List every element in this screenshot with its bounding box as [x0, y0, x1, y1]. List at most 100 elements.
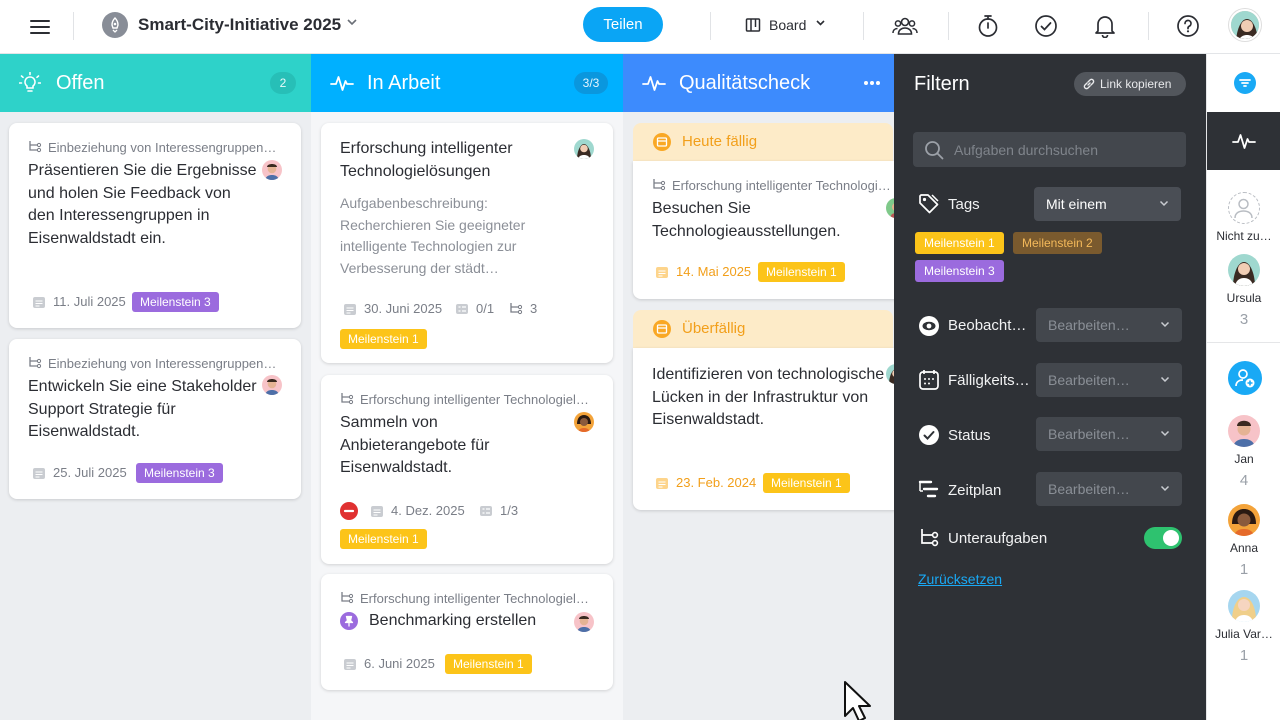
subtask-icon	[510, 302, 523, 314]
checklist-icon	[480, 505, 492, 516]
calendar-icon	[344, 658, 356, 670]
calendar-icon	[656, 266, 668, 278]
check-circle-icon	[918, 424, 940, 446]
section-header-overdue[interactable]: Überfällig	[633, 310, 893, 348]
due-date-select[interactable]: Bearbeiten…	[1036, 363, 1182, 397]
assignee-avatar[interactable]	[262, 160, 282, 180]
checklist-count: 0/1	[455, 301, 494, 316]
subtask-icon	[341, 393, 354, 405]
copy-link-button[interactable]: Link kopieren	[1074, 72, 1186, 96]
task-card[interactable]: Identifizieren von technologische Lücken…	[633, 348, 894, 510]
activity-icon	[330, 72, 354, 94]
avatar	[1228, 504, 1260, 536]
due-date: 25. Juli 2025	[32, 465, 127, 480]
reset-link[interactable]: Zurücksetzen	[918, 571, 1002, 587]
assignee-avatar[interactable]	[886, 364, 894, 384]
person-filter-jan[interactable]: Jan 4	[1207, 415, 1280, 489]
checklist-icon	[456, 303, 468, 314]
calendar-icon	[371, 505, 383, 517]
status-label: Status	[948, 427, 991, 444]
tag-badge[interactable]: Meilenstein 1	[763, 473, 850, 493]
link-icon	[1083, 78, 1095, 90]
task-card[interactable]: Erforschung intelligenter Technologielö …	[633, 161, 894, 299]
project-title[interactable]: Smart-City-Initiative 2025	[138, 15, 341, 35]
task-title: Besuchen Sie Technologieausstellungen.	[652, 200, 841, 240]
add-user-icon[interactable]	[1228, 361, 1262, 395]
person-filter-anna[interactable]: Anna 1	[1207, 504, 1280, 578]
parent-task-link[interactable]: Einbeziehung von Interessengruppen i…	[28, 356, 278, 371]
divider	[1207, 342, 1280, 343]
section-header-due-today[interactable]: Heute fällig	[633, 123, 893, 161]
unassigned-filter[interactable]: Nicht zu…	[1207, 192, 1280, 243]
task-card[interactable]: Erforschung intelligenter Technologielös…	[321, 123, 613, 363]
chevron-down-icon[interactable]	[346, 18, 358, 26]
assignee-avatar[interactable]	[574, 412, 594, 432]
due-date: 30. Juni 2025	[343, 301, 442, 316]
tag-badge[interactable]: Meilenstein 1	[340, 529, 427, 549]
divider	[710, 12, 711, 40]
bell-icon[interactable]	[1092, 13, 1118, 39]
column-header[interactable]: In Arbeit 3/3	[311, 54, 623, 112]
activity-icon	[1232, 130, 1256, 152]
activity-tab[interactable]	[1207, 112, 1280, 170]
task-card[interactable]: Erforschung intelligenter Technologielö……	[321, 574, 613, 690]
person-filter-ursula[interactable]: Ursula 3	[1207, 254, 1280, 328]
column-header[interactable]: Offen 2	[0, 54, 311, 112]
board-icon[interactable]	[745, 17, 761, 33]
more-options-icon[interactable]	[863, 80, 881, 86]
subtasks-toggle[interactable]	[1144, 527, 1182, 549]
chevron-down-icon[interactable]	[815, 19, 826, 27]
tags-mode-select[interactable]: Mit einem	[1034, 187, 1181, 221]
due-date: 23. Feb. 2024	[655, 475, 756, 490]
cursor-icon	[843, 680, 877, 720]
watchers-select[interactable]: Bearbeiten…	[1036, 308, 1182, 342]
avatar	[1228, 254, 1260, 286]
pin-icon	[340, 612, 358, 630]
column-header[interactable]: Qualitätscheck	[623, 54, 894, 112]
assignee-avatar[interactable]	[886, 198, 894, 218]
people-sidebar: Nicht zu… Ursula 3 Jan 4 Anna 1 Julia Va…	[1206, 54, 1280, 720]
due-date: 11. Juli 2025	[32, 294, 126, 309]
check-circle-icon[interactable]	[1033, 13, 1059, 39]
tag-badge[interactable]: Meilenstein 1	[340, 329, 427, 349]
timer-icon[interactable]	[975, 13, 1001, 39]
task-card[interactable]: Erforschung intelligenter Technologielö……	[321, 375, 613, 564]
tag-badge[interactable]: Meilenstein 3	[132, 292, 219, 312]
parent-task-link[interactable]: Einbeziehung von Interessengruppen i…	[28, 140, 278, 155]
subtask-icon	[918, 527, 940, 549]
chevron-down-icon	[1160, 485, 1170, 492]
share-button[interactable]: Teilen	[583, 7, 663, 42]
tag-badge[interactable]: Meilenstein 1	[445, 654, 532, 674]
column-body: Heute fällig Erforschung intelligenter T…	[623, 112, 894, 720]
team-icon[interactable]	[892, 13, 918, 39]
assignee-avatar[interactable]	[574, 139, 594, 159]
parent-task-link[interactable]: Erforschung intelligenter Technologielö	[652, 178, 892, 193]
view-switcher[interactable]: Board	[769, 17, 806, 33]
parent-task-link[interactable]: Erforschung intelligenter Technologielö…	[340, 591, 595, 606]
status-select[interactable]: Bearbeiten…	[1036, 417, 1182, 451]
selected-tag-chip[interactable]: Meilenstein 3	[915, 260, 1004, 282]
column-qualitaetscheck: Qualitätscheck Heute fällig Erforschung …	[623, 54, 894, 720]
tag-badge[interactable]: Meilenstein 1	[758, 262, 845, 282]
selected-tag-chip[interactable]: Meilenstein 1	[915, 232, 1004, 254]
search-input[interactable]: Aufgaben durchsuchen	[913, 132, 1186, 167]
tag-badge[interactable]: Meilenstein 3	[136, 463, 223, 483]
filter-icon[interactable]	[1234, 72, 1256, 94]
selected-tag-chip[interactable]: Meilenstein 2	[1013, 232, 1102, 254]
person-filter-julia[interactable]: Julia Var… 1	[1207, 590, 1280, 664]
user-avatar[interactable]	[1229, 9, 1261, 41]
assignee-avatar[interactable]	[574, 612, 594, 632]
due-date: 14. Mai 2025	[655, 264, 751, 279]
task-card[interactable]: Einbeziehung von Interessengruppen i… Pr…	[9, 123, 301, 328]
chevron-down-icon	[1160, 376, 1170, 383]
parent-task-link[interactable]: Erforschung intelligenter Technologielö…	[340, 392, 595, 407]
divider	[948, 12, 949, 40]
project-logo-icon	[102, 12, 128, 38]
assignee-avatar[interactable]	[262, 375, 282, 395]
column-count: 3/3	[574, 72, 608, 94]
task-card[interactable]: Einbeziehung von Interessengruppen i… En…	[9, 339, 301, 499]
menu-icon[interactable]	[28, 15, 52, 39]
schedule-select[interactable]: Bearbeiten…	[1036, 472, 1182, 506]
help-icon[interactable]	[1175, 13, 1201, 39]
tag-icon	[918, 193, 940, 215]
